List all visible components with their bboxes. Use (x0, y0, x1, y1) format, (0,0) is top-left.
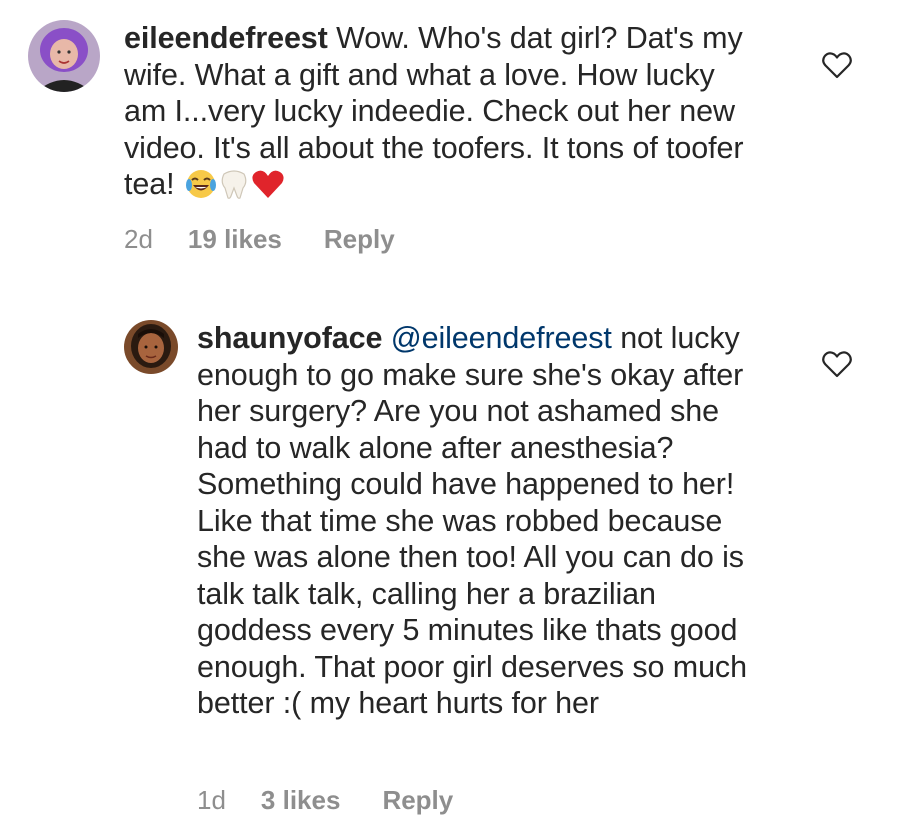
tooth-emoji (219, 168, 249, 209)
like-heart-icon[interactable] (821, 349, 853, 379)
mention-link[interactable]: @eileendefreest (391, 321, 612, 355)
comment-text: eileendefreest Wow. Who's dat girl? Dat'… (124, 20, 764, 209)
comment-timestamp: 2d (124, 224, 153, 254)
avatar[interactable] (28, 20, 100, 92)
comment-meta: 1d 3 likes Reply (197, 785, 453, 816)
likes-count-link[interactable]: 19 likes (188, 224, 282, 255)
comment-item: eileendefreest Wow. Who's dat girl? Dat'… (0, 0, 900, 270)
reply-comment-item: shaunyoface @eileendefreest not lucky en… (0, 300, 900, 822)
comment-username[interactable]: shaunyoface (197, 321, 382, 355)
comment-timestamp: 1d (197, 785, 226, 815)
red-heart-emoji (251, 168, 285, 209)
comment-meta: 2d 19 likes Reply (124, 224, 395, 255)
reply-button[interactable]: Reply (382, 785, 453, 816)
avatar[interactable] (124, 320, 178, 374)
reply-button[interactable]: Reply (324, 224, 395, 255)
comment-text: shaunyoface @eileendefreest not lucky en… (197, 320, 762, 722)
comment-username[interactable]: eileendefreest (124, 21, 328, 55)
likes-count-link[interactable]: 3 likes (261, 785, 341, 816)
comment-message: not lucky enough to go make sure she's o… (197, 321, 747, 720)
tears-of-joy-emoji (185, 168, 217, 209)
like-heart-icon[interactable] (821, 50, 853, 80)
